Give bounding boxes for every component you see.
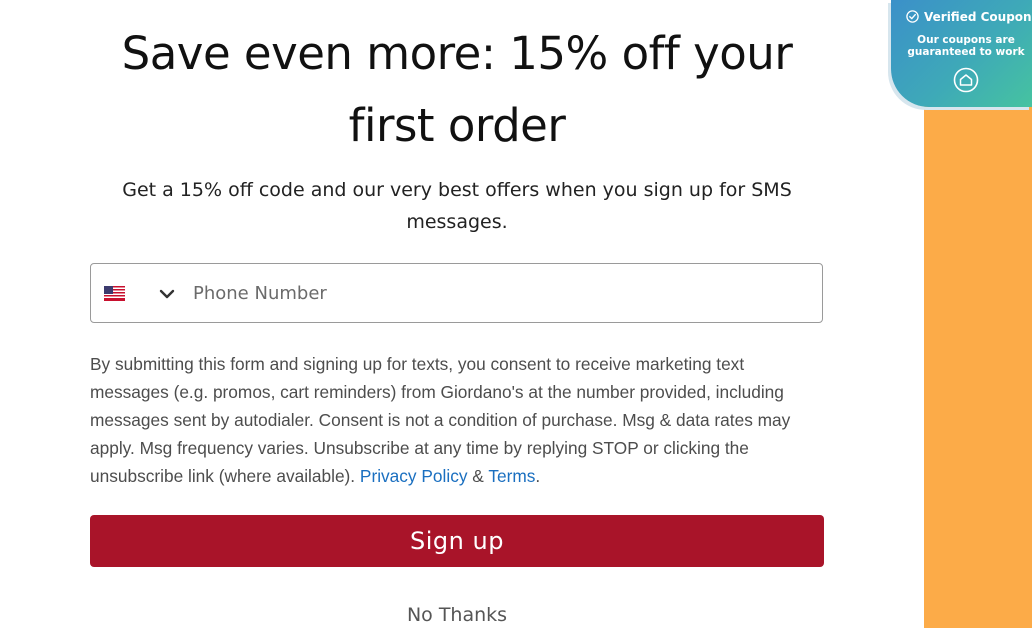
phone-number-field (90, 263, 823, 323)
privacy-policy-link[interactable]: Privacy Policy (360, 466, 468, 486)
chevron-down-icon (159, 289, 175, 299)
badge-title: Verified Coupon (924, 10, 1032, 24)
house-icon (953, 67, 979, 93)
check-circle-icon (906, 10, 919, 23)
verified-coupon-badge[interactable]: Verified Coupon Our coupons are guarante… (891, 0, 1032, 107)
terms-link[interactable]: Terms (488, 466, 535, 486)
no-thanks-button[interactable]: No Thanks (90, 602, 824, 628)
consent-joiner: & (467, 466, 489, 486)
consent-end: . (535, 466, 541, 486)
phone-number-input[interactable] (193, 264, 813, 322)
sign-up-button[interactable]: Sign up (90, 515, 824, 567)
country-code-select[interactable] (91, 264, 187, 322)
consent-text: By submitting this form and signing up f… (90, 350, 824, 490)
sms-signup-modal: Save even more: 15% off your first order… (0, 0, 924, 628)
modal-title: Save even more: 15% off your first order (121, 27, 793, 152)
badge-text: Our coupons are guaranteed to work (907, 34, 1025, 58)
badge-header: Verified Coupon (906, 9, 1032, 25)
us-flag-icon (104, 286, 125, 301)
modal-subtitle: Get a 15% off code and our very best off… (122, 179, 792, 233)
